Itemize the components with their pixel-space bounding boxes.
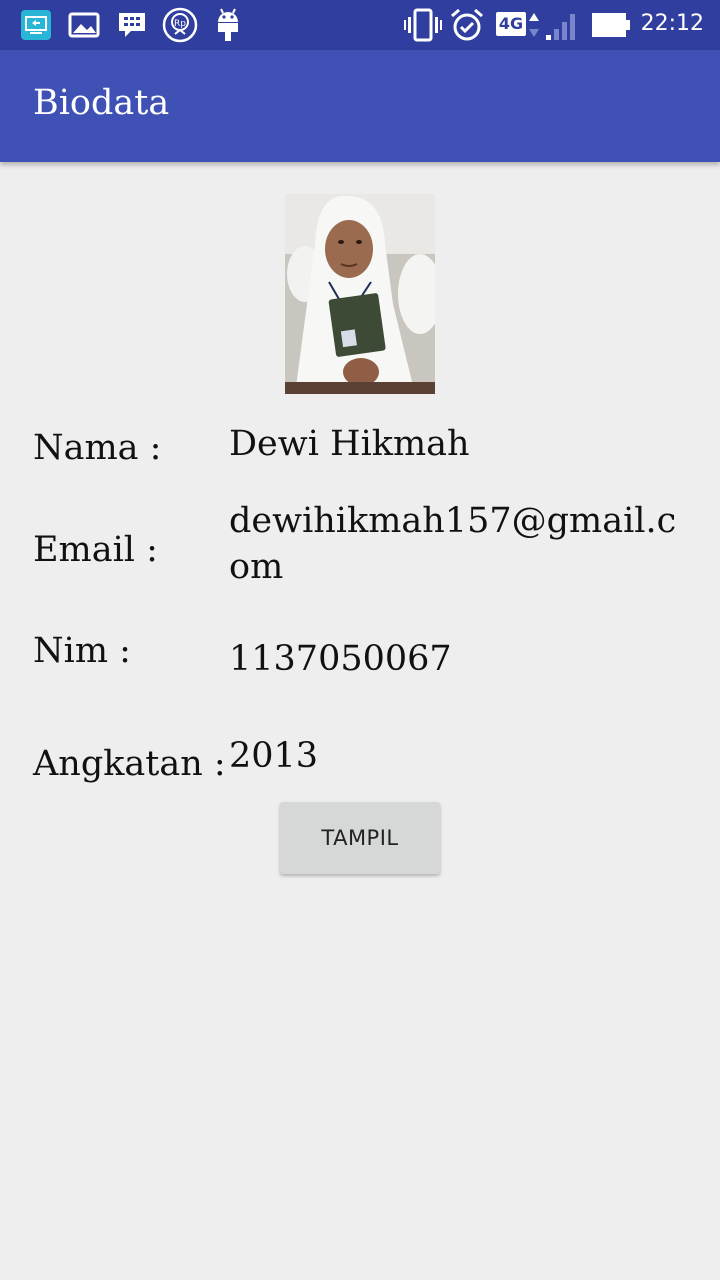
- network-4g-icon: 4G: [496, 12, 526, 36]
- profile-photo: [285, 194, 442, 394]
- angkatan-label: Angkatan :: [33, 744, 226, 784]
- bbm-icon: [116, 9, 148, 41]
- tampil-button[interactable]: TAMPIL: [280, 802, 440, 874]
- name-value: Dewi Hikmah: [229, 424, 470, 464]
- nim-label: Nim :: [33, 631, 131, 671]
- gallery-icon: [68, 9, 100, 41]
- screen-mirror-icon: [20, 9, 52, 41]
- app-bar: Biodata: [0, 50, 720, 162]
- angkatan-value: 2013: [229, 736, 319, 776]
- signal-icon: [544, 9, 580, 41]
- alarm-icon: [450, 8, 484, 41]
- status-bar: Rp 4G 22:12: [0, 0, 720, 50]
- rupiah-app-icon: Rp: [162, 7, 198, 43]
- page-title: Biodata: [33, 83, 170, 123]
- nim-value: 1137050067: [229, 639, 452, 679]
- email-value: dewihikmah157@gmail.com: [229, 501, 677, 587]
- data-arrows-icon: [528, 9, 540, 41]
- name-label: Nama :: [33, 428, 162, 468]
- svg-text:Rp: Rp: [174, 19, 186, 29]
- status-time: 22:12: [640, 11, 704, 36]
- email-label: Email :: [33, 530, 158, 570]
- battery-icon: [591, 9, 631, 41]
- vibrate-icon: [404, 8, 442, 42]
- android-icon: [214, 8, 242, 41]
